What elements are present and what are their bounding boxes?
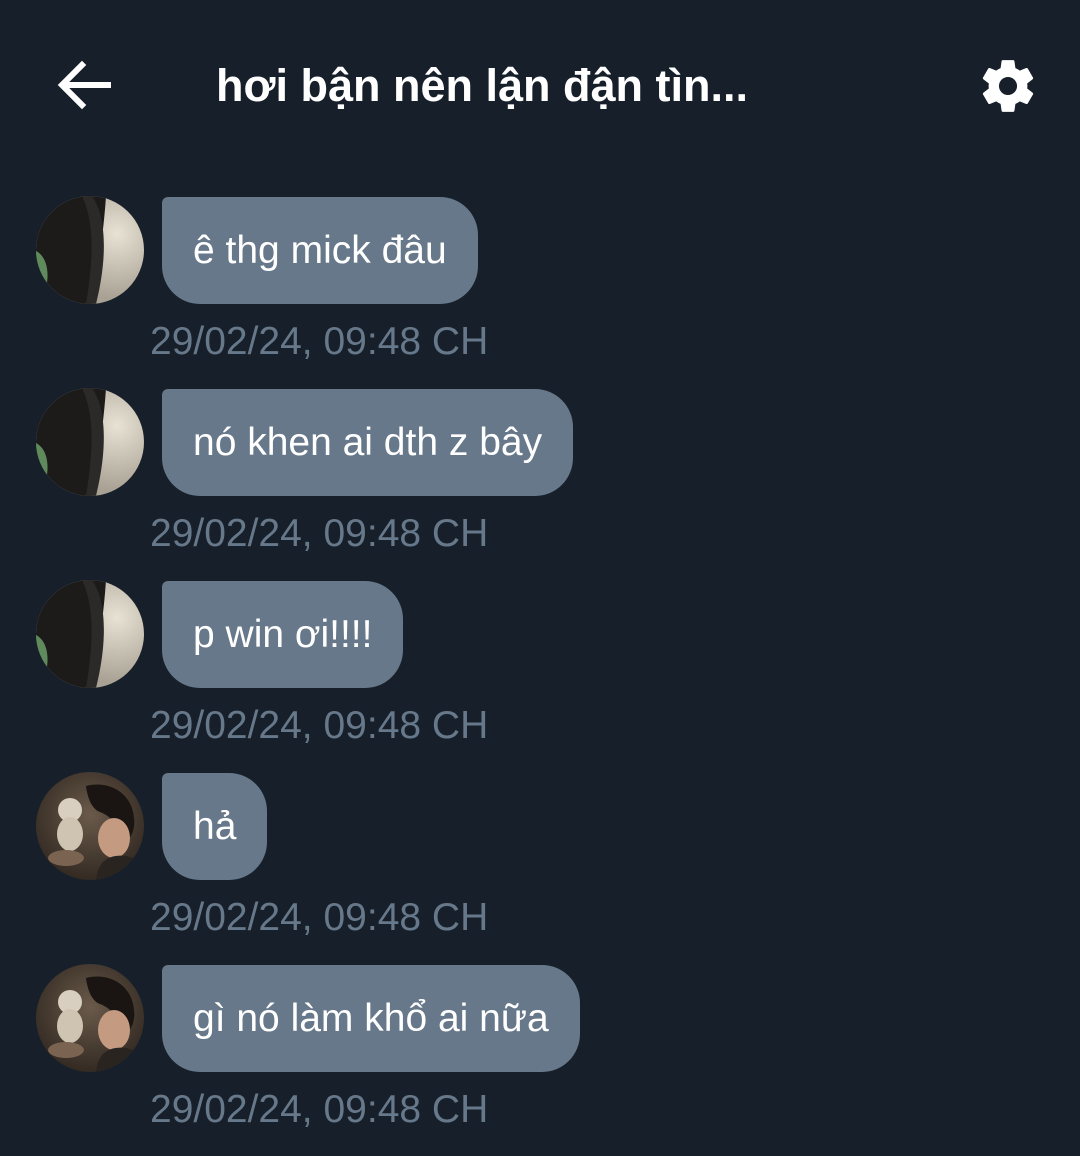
message-list: ê thg mick đâu 29/02/24, 09:48 CH nó khe… xyxy=(0,196,1080,1156)
message-bubble[interactable]: ê thg mick đâu xyxy=(162,197,478,304)
message-timestamp: 29/02/24, 09:48 CH xyxy=(150,704,489,747)
message-item: ê thg mick đâu 29/02/24, 09:48 CH xyxy=(0,196,1080,388)
sender-avatar[interactable] xyxy=(36,964,144,1072)
message-timestamp: 29/02/24, 09:48 CH xyxy=(150,512,489,555)
message-bubble[interactable]: nó khen ai dth z bây xyxy=(162,389,574,496)
message-item: hả 29/02/24, 09:48 CH xyxy=(0,772,1080,964)
message-item: p win ơi!!!! 29/02/24, 09:48 CH xyxy=(0,580,1080,772)
gear-icon xyxy=(982,60,1034,112)
message-item: gì nó làm khổ ai nữa 29/02/24, 09:48 CH xyxy=(0,964,1080,1156)
sender-avatar[interactable] xyxy=(36,196,144,304)
message-item: nó khen ai dth z bây 29/02/24, 09:48 CH xyxy=(0,388,1080,580)
settings-button[interactable] xyxy=(972,52,1044,120)
conversation-title: hơi bận nên lận đận tìn... xyxy=(216,60,749,111)
top-bar: hơi bận nên lận đận tìn... xyxy=(0,0,1080,170)
message-timestamp: 29/02/24, 09:48 CH xyxy=(150,1088,489,1131)
message-timestamp: 29/02/24, 09:48 CH xyxy=(150,320,489,363)
message-bubble[interactable]: p win ơi!!!! xyxy=(162,581,404,688)
message-timestamp: 29/02/24, 09:48 CH xyxy=(150,896,489,939)
sender-avatar[interactable] xyxy=(36,580,144,688)
sender-avatar[interactable] xyxy=(36,772,144,880)
message-bubble[interactable]: gì nó làm khổ ai nữa xyxy=(162,965,580,1072)
message-bubble[interactable]: hả xyxy=(162,773,268,880)
arrow-left-icon xyxy=(57,60,111,110)
sender-avatar[interactable] xyxy=(36,388,144,496)
back-button[interactable] xyxy=(52,55,116,115)
